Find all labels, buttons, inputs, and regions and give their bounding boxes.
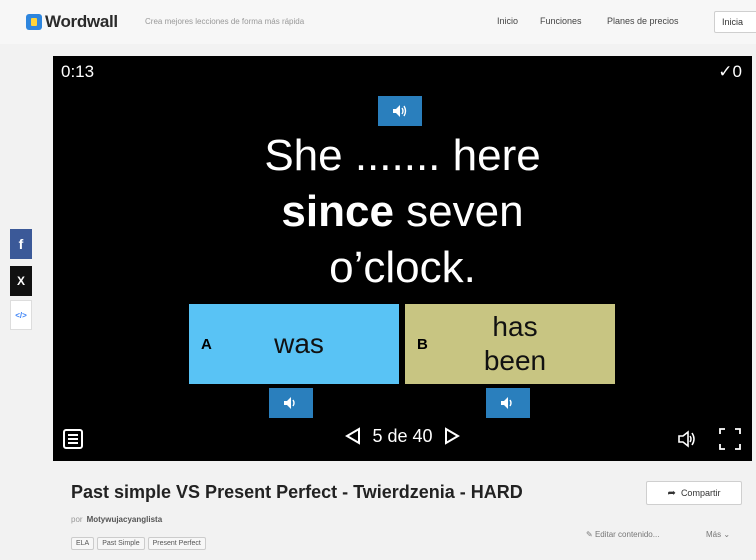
answer-b-text: has been <box>483 311 547 376</box>
timer: 0:13 <box>61 62 95 81</box>
speaker-icon <box>501 397 512 409</box>
x-icon: X <box>16 274 25 288</box>
game-area: 0:13 ✓0 She ....... here since seven o’c… <box>53 56 752 461</box>
nav-funciones[interactable]: Funciones <box>540 16 582 26</box>
answer-option-b[interactable]: B has been <box>405 304 615 384</box>
answer-a-speaker-button[interactable] <box>269 388 313 418</box>
speaker-icon <box>393 105 407 117</box>
speaker-icon <box>284 397 295 409</box>
nav-planes[interactable]: Planes de precios <box>607 16 679 26</box>
edit-content-label: Editar contenido... <box>594 530 660 539</box>
facebook-share-button[interactable]: f <box>10 229 32 259</box>
question-line-1: She ....... here <box>264 131 541 180</box>
tag-ela[interactable]: ELA <box>71 537 95 550</box>
tag-list: ELA Past Simple Present Perfect <box>71 537 206 550</box>
sound-icon[interactable] <box>677 430 697 448</box>
question-line-2-rest: seven <box>393 187 524 236</box>
answer-a-text: was <box>274 328 324 359</box>
share-button-label: Compartir <box>680 488 721 498</box>
pager: 5 de 40 <box>53 425 752 447</box>
facebook-icon: f <box>18 236 24 252</box>
wordwall-logo[interactable]: Wordwall <box>26 12 118 32</box>
logo-icon <box>26 14 42 30</box>
x-share-button[interactable]: X <box>10 266 32 296</box>
share-arrow-icon: ➦ <box>667 487 676 499</box>
more-dropdown[interactable]: Más ⌄ <box>706 530 730 539</box>
page-indicator: 5 de 40 <box>372 425 433 446</box>
share-button[interactable]: ➦ Compartir <box>646 481 742 505</box>
question-line-2: since seven <box>53 184 752 240</box>
answer-option-a[interactable]: A was <box>189 304 399 384</box>
by-label: por <box>71 515 83 524</box>
top-bar: Wordwall Crea mejores lecciones de forma… <box>0 0 756 44</box>
more-label: Más <box>706 530 722 539</box>
tagline: Crea mejores lecciones de forma más rápi… <box>145 17 305 26</box>
embed-icon: </> <box>15 310 27 320</box>
start-button[interactable]: Inicia <box>714 11 756 33</box>
answer-b-letter: B <box>417 335 428 353</box>
answer-b-speaker-button[interactable] <box>486 388 530 418</box>
tag-present-perfect[interactable]: Present Perfect <box>147 537 206 550</box>
chevron-down-icon: ⌄ <box>721 530 731 539</box>
brand-name: Wordwall <box>45 12 118 31</box>
activity-title: Past simple VS Present Perfect - Twierdz… <box>71 482 523 502</box>
tag-past-simple[interactable]: Past Simple <box>97 537 145 550</box>
question-bold-word: since <box>281 187 394 236</box>
embed-button[interactable]: </> <box>10 300 32 330</box>
question-text: She ....... here since seven o’clock. <box>53 128 752 296</box>
next-arrow-icon[interactable] <box>444 427 460 445</box>
score-counter: ✓0 <box>718 62 742 81</box>
previous-arrow-icon[interactable] <box>345 427 361 445</box>
question-line-3: o’clock. <box>329 243 476 292</box>
answer-a-letter: A <box>201 335 212 353</box>
fullscreen-icon[interactable] <box>718 427 742 451</box>
author-line: por Motywujacyanglista <box>71 515 162 524</box>
question-speaker-button[interactable] <box>378 96 422 126</box>
nav-inicio[interactable]: Inicio <box>497 16 518 26</box>
author-name[interactable]: Motywujacyanglista <box>87 515 163 524</box>
pencil-icon: ✎ <box>586 530 595 539</box>
edit-content-link[interactable]: ✎ Editar contenido... <box>586 530 659 539</box>
